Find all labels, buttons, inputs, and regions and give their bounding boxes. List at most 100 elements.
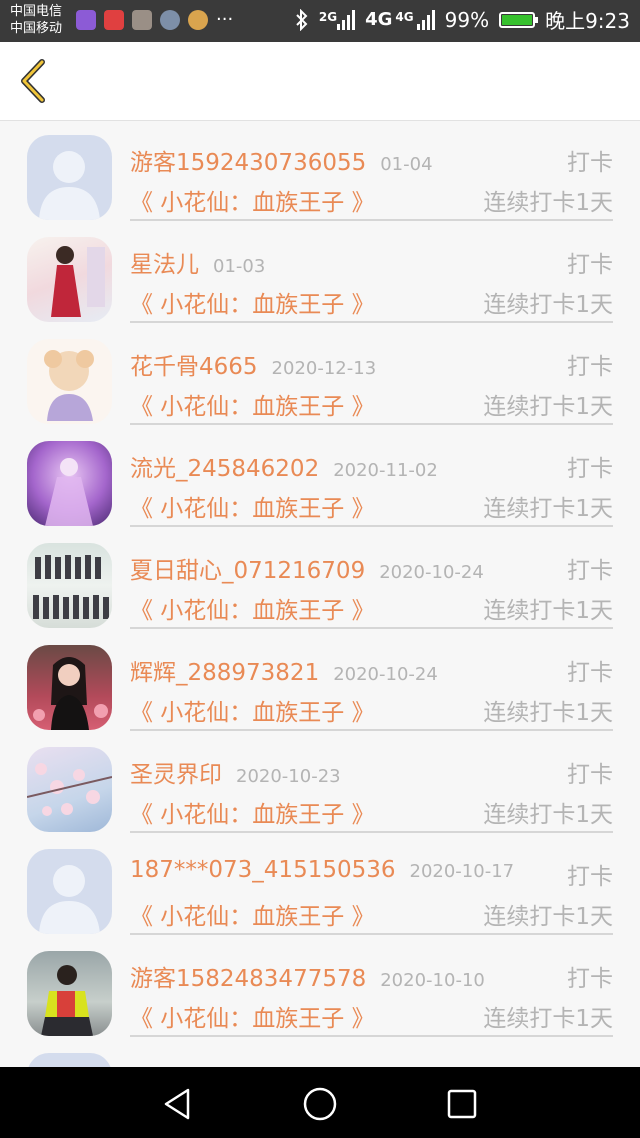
list-item[interactable]: 圣灵界印 2020-10-23 《 小花仙：血族王子 》 打卡 连续打卡1天: [0, 733, 640, 835]
user-photo: [51, 246, 105, 317]
checkin-date: 2020-10-10: [380, 970, 485, 991]
list-item[interactable]: 星法儿 01-03 《 小花仙：血族王子 》 打卡 连续打卡1天: [0, 223, 640, 325]
streak-label: 连续打卡1天: [483, 190, 613, 216]
checkin-date: 2020-11-02: [333, 460, 438, 481]
clock: 晚上9:23: [545, 9, 630, 33]
checkin-date: 2020-10-24: [379, 562, 484, 583]
signal-4g-icon: [416, 10, 435, 30]
checkin-label: 打卡: [567, 864, 613, 890]
globe-icon: [160, 10, 180, 30]
list-item[interactable]: [0, 1039, 640, 1067]
bluetooth-icon: [296, 8, 308, 31]
carrier-2: 中国移动: [10, 21, 63, 36]
default-avatar-icon: [39, 151, 100, 220]
nav-home-button[interactable]: [300, 1084, 340, 1124]
network-4g-label: 4G: [365, 9, 393, 30]
avatar: [27, 135, 112, 220]
streak-label: 连续打卡1天: [483, 496, 613, 522]
checkin-label: 打卡: [567, 252, 613, 278]
list-item[interactable]: 游客1582483477578 2020-10-10 《 小花仙：血族王子 》 打…: [0, 937, 640, 1039]
status-bar: 中国电信 中国移动 ··· 2G 4G 4G 99% 晚上9:23: [0, 0, 640, 42]
nav-recents-button[interactable]: [442, 1084, 482, 1124]
notification-icons: ···: [76, 10, 233, 30]
book-title: 《 小花仙：血族王子 》: [130, 802, 375, 828]
user-name: 游客1592430736055: [130, 150, 367, 176]
game-icon: [188, 10, 208, 30]
checkin-label: 打卡: [567, 558, 613, 584]
list-item-info: 流光_245846202 2020-11-02 《 小花仙：血族王子 》 打卡 连…: [130, 427, 613, 527]
user-name: 187***073_415150536: [130, 857, 396, 883]
checkin-date: 01-04: [380, 154, 433, 175]
triangle-back-icon: [164, 1088, 190, 1120]
streak-label: 连续打卡1天: [483, 700, 613, 726]
book-title: 《 小花仙：血族王子 》: [130, 700, 375, 726]
square-recents-icon: [447, 1089, 477, 1119]
default-avatar-icon: [39, 865, 100, 934]
book-title: 《 小花仙：血族王子 》: [130, 190, 375, 216]
checkin-date: 2020-10-24: [333, 664, 438, 685]
checkin-label: 打卡: [567, 660, 613, 686]
book-title: 《 小花仙：血族王子 》: [130, 1006, 375, 1032]
network-2g-label: 2G: [318, 9, 338, 24]
user-photo: [45, 458, 93, 526]
streak-label: 连续打卡1天: [483, 802, 613, 828]
list-item-info: 游客1592430736055 01-04 《 小花仙：血族王子 》 打卡 连续打…: [130, 121, 613, 221]
user-name: 星法儿: [130, 252, 199, 278]
network-4g-sub: 4G: [395, 10, 414, 24]
user-photo: [33, 555, 109, 619]
list-item[interactable]: 流光_245846202 2020-11-02 《 小花仙：血族王子 》 打卡 连…: [0, 427, 640, 529]
book-title: 《 小花仙：血族王子 》: [130, 496, 375, 522]
streak-label: 连续打卡1天: [483, 394, 613, 420]
checkin-date: 2020-10-17: [409, 861, 515, 882]
photo-icon: [132, 10, 152, 30]
user-name: 游客1582483477578: [130, 966, 367, 992]
checkin-label: 打卡: [567, 762, 613, 788]
user-photo: [27, 763, 112, 816]
checkin-date: 01-03: [213, 256, 266, 277]
back-button[interactable]: [14, 56, 54, 106]
user-name: 辉辉_288973821: [130, 660, 320, 686]
list-item[interactable]: 187***073_415150536 2020-10-17 《 小花仙：血族王子…: [0, 835, 640, 937]
list-item[interactable]: 辉辉_288973821 2020-10-24 《 小花仙：血族王子 》 打卡 连…: [0, 631, 640, 733]
book-title: 《 小花仙：血族王子 》: [130, 904, 375, 930]
user-name: 花千骨4665: [130, 354, 258, 380]
nav-back-button[interactable]: [158, 1084, 198, 1124]
streak-label: 连续打卡1天: [483, 1006, 613, 1032]
user-photo: [44, 350, 94, 421]
list-item[interactable]: 花千骨4665 2020-12-13 《 小花仙：血族王子 》 打卡 连续打卡1天: [0, 325, 640, 427]
user-name: 流光_245846202: [130, 456, 320, 482]
header: [0, 42, 640, 121]
list-item[interactable]: 游客1592430736055 01-04 《 小花仙：血族王子 》 打卡 连续打…: [0, 121, 640, 223]
avatar: [27, 543, 112, 628]
avatar: [27, 339, 112, 424]
circle-home-icon: [303, 1087, 337, 1121]
checkin-date: 2020-10-23: [236, 766, 341, 787]
user-photo: [33, 657, 108, 730]
book-title: 《 小花仙：血族王子 》: [130, 598, 375, 624]
list-item-info: 游客1582483477578 2020-10-10 《 小花仙：血族王子 》 打…: [130, 937, 613, 1037]
user-photo: [41, 965, 93, 1036]
checkin-label: 打卡: [567, 150, 613, 176]
avatar: [27, 951, 112, 1036]
avatar: [27, 237, 112, 322]
list-item-info: 花千骨4665 2020-12-13 《 小花仙：血族王子 》 打卡 连续打卡1天: [130, 325, 613, 425]
chevron-left-icon: [21, 59, 45, 103]
user-name: 圣灵界印: [130, 762, 222, 788]
streak-label: 连续打卡1天: [483, 292, 613, 318]
app-icon: [104, 10, 124, 30]
checkin-label: 打卡: [567, 456, 613, 482]
list-item-info: 187***073_415150536 2020-10-17 《 小花仙：血族王子…: [130, 835, 613, 935]
book-title: 《 小花仙：血族王子 》: [130, 394, 375, 420]
system-nav-bar: [0, 1067, 640, 1138]
checkin-list: 游客1592430736055 01-04 《 小花仙：血族王子 》 打卡 连续打…: [0, 121, 640, 1067]
streak-label: 连续打卡1天: [483, 598, 613, 624]
status-right: 2G 4G 4G 99% 晚上9:23: [295, 5, 630, 34]
book-title: 《 小花仙：血族王子 》: [130, 292, 375, 318]
avatar: [27, 441, 112, 526]
list-item[interactable]: 夏日甜心_071216709 2020-10-24 《 小花仙：血族王子 》 打卡…: [0, 529, 640, 631]
checkin-date: 2020-12-13: [271, 358, 377, 379]
list-item-info: 星法儿 01-03 《 小花仙：血族王子 》 打卡 连续打卡1天: [130, 223, 613, 323]
avatar: [27, 747, 112, 832]
checkin-label: 打卡: [567, 354, 613, 380]
user-name: 夏日甜心_071216709: [130, 558, 366, 584]
